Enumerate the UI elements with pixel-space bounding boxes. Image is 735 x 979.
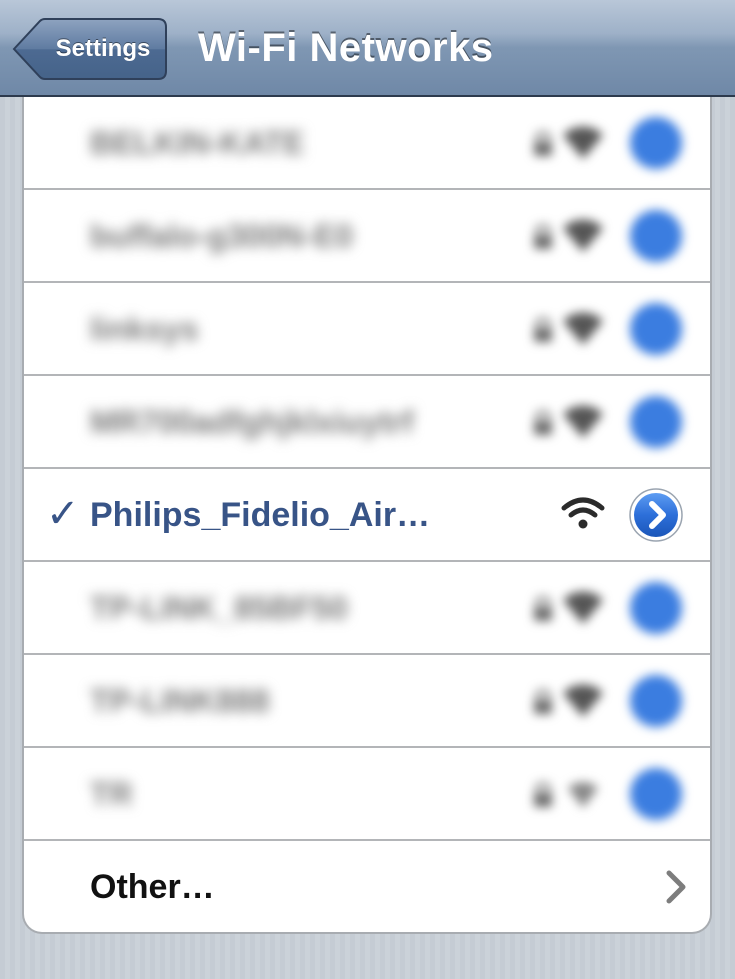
navigation-bar: Settings Wi-Fi Networks	[0, 0, 735, 97]
wifi-icon	[563, 126, 603, 159]
detail-disclosure-icon[interactable]	[628, 301, 684, 357]
wifi-icon	[563, 591, 603, 624]
network-status-icons	[520, 562, 690, 655]
lock-icon	[534, 782, 552, 807]
network-row[interactable]: MR700adfghjklxiuytrf	[24, 376, 710, 469]
network-name: TP-LINK888	[90, 683, 270, 719]
network-row[interactable]: TR	[24, 748, 710, 841]
lock-icon	[534, 410, 552, 435]
chevron-right-icon	[666, 870, 686, 904]
network-row[interactable]: linksys	[24, 283, 710, 376]
detail-disclosure-icon[interactable]	[628, 487, 684, 543]
wifi-icon	[563, 219, 603, 252]
detail-disclosure-icon[interactable]	[628, 580, 684, 636]
network-status-icons	[520, 283, 690, 376]
network-status-icons	[520, 748, 690, 841]
detail-disclosure-icon[interactable]	[628, 115, 684, 171]
wifi-icon	[561, 497, 605, 529]
wifi-icon	[563, 405, 603, 438]
detail-disclosure-icon[interactable]	[628, 208, 684, 264]
wifi-icon	[568, 782, 598, 808]
network-row-selected[interactable]: ✓ Philips_Fidelio_Air…	[24, 469, 710, 562]
wifi-network-list: BELKIN-KATE buffalo-g300N-E0 linksys MR7…	[22, 97, 712, 934]
network-name: linksys	[90, 311, 199, 347]
page-title: Wi-Fi Networks	[198, 26, 494, 70]
network-name: TR	[90, 776, 133, 812]
lock-icon	[534, 596, 552, 621]
network-name: TP-LINK_85BF50	[90, 590, 348, 626]
network-status-icons	[520, 655, 690, 748]
network-name: MR700adfghjklxiuytrf	[90, 404, 414, 440]
detail-disclosure-icon[interactable]	[628, 394, 684, 450]
detail-disclosure-icon[interactable]	[628, 766, 684, 822]
network-row[interactable]: BELKIN-KATE	[24, 97, 710, 190]
network-row[interactable]: TP-LINK888	[24, 655, 710, 748]
back-button-label: Settings	[55, 35, 151, 62]
settings-back-button[interactable]: Settings	[12, 18, 168, 80]
checkmark-icon: ✓	[46, 492, 80, 536]
network-name: buffalo-g300N-E0	[90, 218, 354, 254]
network-status-icons	[520, 469, 690, 562]
lock-icon	[534, 689, 552, 714]
network-status-icons	[520, 97, 690, 190]
detail-disclosure-icon[interactable]	[628, 673, 684, 729]
network-status-icons	[520, 190, 690, 283]
lock-icon	[534, 317, 552, 342]
wifi-icon	[563, 312, 603, 345]
network-row[interactable]: buffalo-g300N-E0	[24, 190, 710, 283]
network-row[interactable]: TP-LINK_85BF50	[24, 562, 710, 655]
network-status-icons	[520, 376, 690, 469]
network-name: Philips_Fidelio_Air…	[90, 496, 431, 534]
other-network-row[interactable]: Other…	[24, 841, 710, 932]
lock-icon	[534, 224, 552, 249]
wifi-icon	[563, 684, 603, 717]
network-name: BELKIN-KATE	[90, 125, 305, 161]
other-network-label: Other…	[90, 868, 215, 906]
lock-icon	[534, 131, 552, 156]
